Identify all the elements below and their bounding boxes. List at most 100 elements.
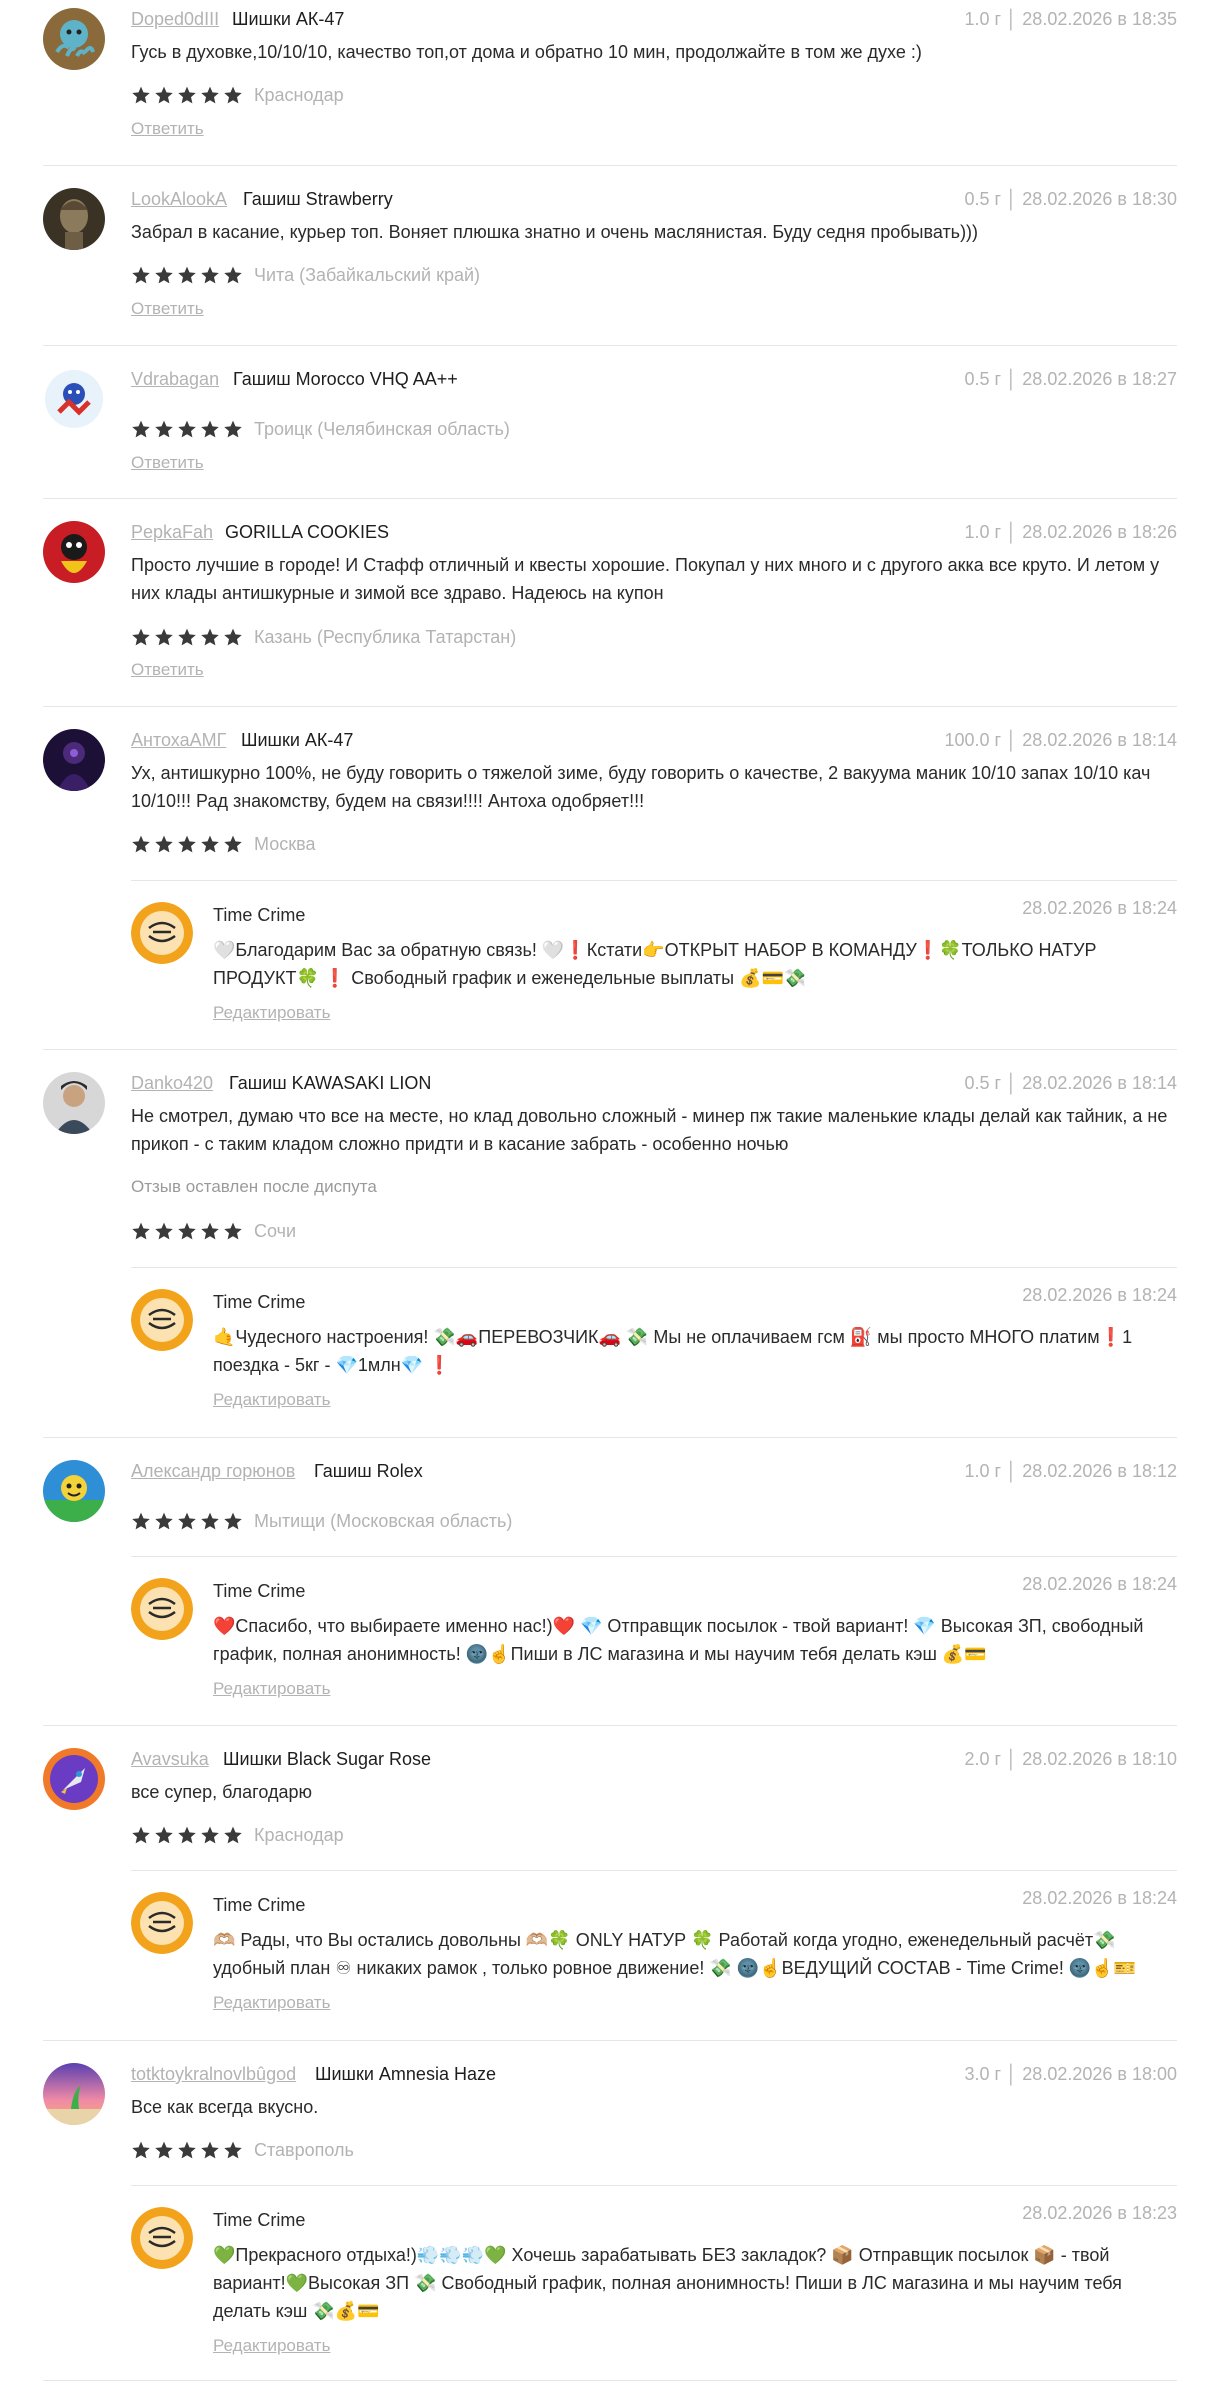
user-avatar[interactable] (43, 1072, 105, 1134)
review-author-link[interactable]: Doped0dIII (131, 8, 219, 30)
reply-author: Time Crime (213, 905, 306, 925)
statue-avatar-icon (43, 188, 105, 250)
reply-author: Time Crime (213, 1581, 306, 1601)
divider (43, 345, 1177, 346)
review-text: Не смотрел, думаю что все на месте, но к… (131, 1106, 1168, 1154)
user-avatar[interactable] (43, 2063, 105, 2125)
review-product: Шишки Amnesia Haze (315, 2064, 496, 2084)
user-avatar[interactable] (43, 729, 105, 791)
star-icon (223, 265, 243, 285)
star-icon (200, 2140, 220, 2160)
shop-logo (131, 1289, 193, 1351)
user-avatar[interactable] (43, 368, 105, 430)
review-product: Шишки АК-47 (241, 730, 354, 750)
star-icon (223, 834, 243, 854)
review-author-link[interactable]: Vdrabagan (131, 368, 219, 390)
review-author-link[interactable]: LookAlookA (131, 188, 227, 210)
star-icon (177, 1221, 197, 1241)
review-author-link[interactable]: totktoykralnovlbûgod (131, 2063, 296, 2085)
star-icon (177, 834, 197, 854)
reply-link[interactable]: Ответить (131, 659, 204, 681)
sunset-avatar-icon (43, 2063, 105, 2125)
user-avatar[interactable] (43, 1748, 105, 1810)
user-avatar[interactable] (43, 8, 105, 70)
reply-link[interactable]: Ответить (131, 452, 204, 474)
review-meta: 2.0 г │ 28.02.2026 в 18:10 (964, 1749, 1177, 1769)
star-icon (200, 627, 220, 647)
rating-stars: Сочи (131, 1219, 296, 1243)
review-item: АнтохаАМГ Шишки АК-47 100.0 г │ 28.02.20… (43, 729, 1177, 1039)
review-text: Все как всегда вкусно. (131, 2097, 319, 2117)
star-icon (223, 1511, 243, 1531)
divider (131, 880, 1177, 881)
star-icon (200, 1825, 220, 1845)
shop-reply: Time Crime 28.02.2026 в 18:24 ❤️Спасибо,… (131, 1556, 1177, 1706)
review-text: Гусь в духовке,10/10/10, качество топ,от… (131, 42, 922, 62)
star-icon (177, 1511, 197, 1531)
user-avatar[interactable] (43, 188, 105, 250)
review-item: Doped0dIII Шишки АК-47 1.0 г │ 28.02.202… (43, 8, 1177, 158)
review-product: Гашиш Morocco VHQ AA++ (233, 369, 458, 389)
shop-reply: Time Crime 28.02.2026 в 18:24 🤍Благодари… (131, 880, 1177, 1030)
edit-link[interactable]: Редактировать (213, 1389, 330, 1411)
star-icon (200, 419, 220, 439)
edit-link[interactable]: Редактировать (213, 1992, 330, 2014)
shop-logo (131, 2207, 193, 2269)
edit-link[interactable]: Редактировать (213, 2335, 330, 2357)
review-author-link[interactable]: Danko420 (131, 1072, 213, 1094)
reply-link[interactable]: Ответить (131, 298, 204, 320)
reply-date: 28.02.2026 в 18:24 (1022, 1285, 1177, 1305)
review-item: totktoykralnovlbûgod Шишки Amnesia Haze … (43, 2063, 1177, 2383)
review-author-link[interactable]: Avavsuka (131, 1748, 209, 1770)
star-icon (200, 834, 220, 854)
star-icon (154, 419, 174, 439)
star-icon (223, 2140, 243, 2160)
rocket-avatar-icon (43, 1748, 105, 1810)
review-item: Danko420 Гашиш KAWASAKI LION 0.5 г │ 28.… (43, 1072, 1177, 1427)
review-meta: 0.5 г │ 28.02.2026 в 18:14 (964, 1073, 1177, 1093)
star-icon (223, 627, 243, 647)
edit-link[interactable]: Редактировать (213, 1002, 330, 1024)
review-item: Avavsuka Шишки Black Sugar Rose 2.0 г │ … (43, 1748, 1177, 2038)
rating-stars: Троицк (Челябинская область) (131, 417, 510, 441)
star-icon (200, 85, 220, 105)
review-item: LookAlookA Гашиш Strawberry 0.5 г │ 28.0… (43, 188, 1177, 338)
rating-stars: Мытищи (Московская область) (131, 1509, 512, 1533)
star-icon (131, 1221, 151, 1241)
reply-author: Time Crime (213, 2210, 306, 2230)
star-icon (177, 265, 197, 285)
dark-figure-avatar-icon (43, 729, 105, 791)
reply-author: Time Crime (213, 1895, 306, 1915)
star-icon (177, 85, 197, 105)
divider (43, 165, 1177, 166)
review-author-link[interactable]: PepkaFah (131, 521, 213, 543)
rating-stars: Краснодар (131, 1823, 344, 1847)
divider (43, 706, 1177, 707)
octopus-avatar-icon (43, 8, 105, 70)
review-meta: 100.0 г │ 28.02.2026 в 18:14 (944, 730, 1177, 750)
review-author-link[interactable]: Александр горюнов (131, 1460, 295, 1482)
review-meta: 0.5 г │ 28.02.2026 в 18:27 (964, 369, 1177, 389)
review-product: Гашиш KAWASAKI LION (229, 1073, 432, 1093)
review-author-link[interactable]: АнтохаАМГ (131, 729, 226, 751)
cartoon-avatar-icon (43, 1460, 105, 1522)
review-meta: 1.0 г │ 28.02.2026 в 18:35 (964, 9, 1177, 29)
user-avatar[interactable] (43, 1460, 105, 1522)
hero-avatar-icon (43, 521, 105, 583)
reply-link[interactable]: Ответить (131, 118, 204, 140)
user-avatar[interactable] (43, 521, 105, 583)
shop-logo (131, 1578, 193, 1640)
divider (43, 1725, 1177, 1726)
rating-stars: Краснодар (131, 83, 344, 107)
man-avatar-icon (43, 1072, 105, 1134)
edit-link[interactable]: Редактировать (213, 1678, 330, 1700)
reply-text: 🫶🏼 Рады, что Вы остались довольны 🫶🏼🍀 ON… (213, 1930, 1137, 1978)
review-item: Александр горюнов Гашиш Rolex 1.0 г │ 28… (43, 1460, 1177, 1725)
dispute-note: Отзыв оставлен после диспута (131, 1177, 377, 1196)
star-icon (154, 85, 174, 105)
star-icon (223, 1825, 243, 1845)
star-icon (131, 834, 151, 854)
star-icon (154, 265, 174, 285)
review-city: Казань (Республика Татарстан) (254, 627, 517, 647)
review-meta: 1.0 г │ 28.02.2026 в 18:12 (964, 1461, 1177, 1481)
